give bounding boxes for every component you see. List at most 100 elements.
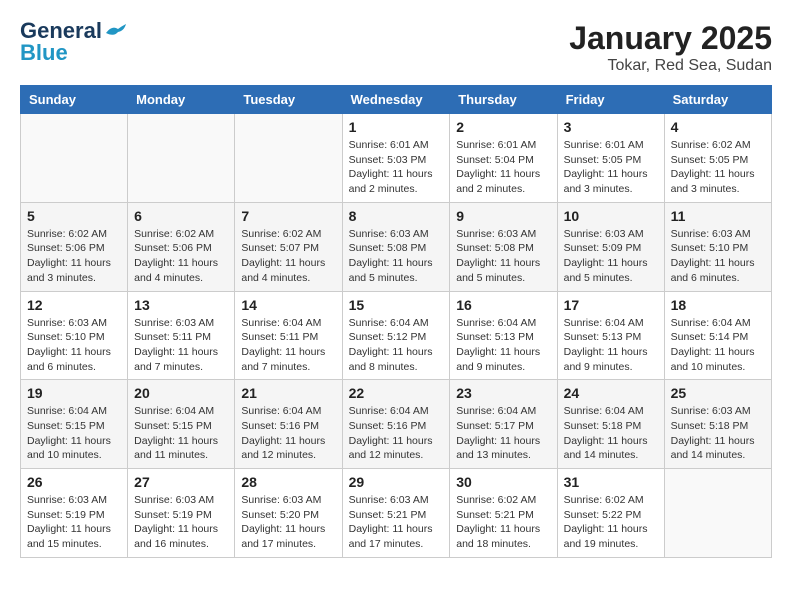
calendar-cell: 2 Sunrise: 6:01 AMSunset: 5:04 PMDaylight… bbox=[450, 114, 557, 203]
day-header-saturday: Saturday bbox=[664, 86, 771, 114]
day-number: 1 bbox=[349, 119, 444, 135]
calendar-week-row: 19 Sunrise: 6:04 AMSunset: 5:15 PMDayligh… bbox=[21, 380, 772, 469]
page-header: General Blue January 2025 Tokar, Red Sea… bbox=[20, 20, 772, 75]
day-number: 19 bbox=[27, 385, 121, 401]
day-info: Sunrise: 6:04 AMSunset: 5:12 PMDaylight:… bbox=[349, 316, 444, 375]
day-info: Sunrise: 6:02 AMSunset: 5:22 PMDaylight:… bbox=[564, 493, 658, 552]
calendar-cell: 12 Sunrise: 6:03 AMSunset: 5:10 PMDayligh… bbox=[21, 291, 128, 380]
day-number: 30 bbox=[456, 474, 550, 490]
logo-blue: Blue bbox=[20, 42, 68, 64]
day-header-thursday: Thursday bbox=[450, 86, 557, 114]
day-info: Sunrise: 6:03 AMSunset: 5:10 PMDaylight:… bbox=[671, 227, 765, 286]
calendar-cell: 17Sunrise: 6:04 AMSunset: 5:13 PMDayligh… bbox=[557, 291, 664, 380]
day-info: Sunrise: 6:02 AMSunset: 5:21 PMDaylight:… bbox=[456, 493, 550, 552]
day-number: 22 bbox=[349, 385, 444, 401]
day-info: Sunrise: 6:04 AMSunset: 5:18 PMDaylight:… bbox=[564, 404, 658, 463]
calendar-cell bbox=[664, 469, 771, 558]
day-header-monday: Monday bbox=[128, 86, 235, 114]
day-info: Sunrise: 6:03 AMSunset: 5:08 PMDaylight:… bbox=[349, 227, 444, 286]
day-header-sunday: Sunday bbox=[21, 86, 128, 114]
day-number: 13 bbox=[134, 297, 228, 313]
day-info: Sunrise: 6:03 AMSunset: 5:10 PMDaylight:… bbox=[27, 316, 121, 375]
calendar-cell: 31 Sunrise: 6:02 AMSunset: 5:22 PMDayligh… bbox=[557, 469, 664, 558]
day-info: Sunrise: 6:02 AMSunset: 5:06 PMDaylight:… bbox=[134, 227, 228, 286]
calendar-cell: 13 Sunrise: 6:03 AMSunset: 5:11 PMDayligh… bbox=[128, 291, 235, 380]
day-info: Sunrise: 6:02 AMSunset: 5:07 PMDaylight:… bbox=[241, 227, 335, 286]
day-info: Sunrise: 6:01 AMSunset: 5:04 PMDaylight:… bbox=[456, 138, 550, 197]
calendar-subtitle: Tokar, Red Sea, Sudan bbox=[569, 57, 772, 75]
day-info: Sunrise: 6:04 AMSunset: 5:16 PMDaylight:… bbox=[241, 404, 335, 463]
day-info: Sunrise: 6:03 AMSunset: 5:11 PMDaylight:… bbox=[134, 316, 228, 375]
day-number: 10 bbox=[564, 208, 658, 224]
day-number: 5 bbox=[27, 208, 121, 224]
calendar-cell: 25Sunrise: 6:03 AMSunset: 5:18 PMDayligh… bbox=[664, 380, 771, 469]
day-number: 28 bbox=[241, 474, 335, 490]
day-number: 9 bbox=[456, 208, 550, 224]
day-info: Sunrise: 6:04 AMSunset: 5:15 PMDaylight:… bbox=[27, 404, 121, 463]
calendar-cell: 1Sunrise: 6:01 AMSunset: 5:03 PMDaylight… bbox=[342, 114, 450, 203]
day-number: 15 bbox=[349, 297, 444, 313]
day-info: Sunrise: 6:04 AMSunset: 5:15 PMDaylight:… bbox=[134, 404, 228, 463]
calendar-cell: 24 Sunrise: 6:04 AMSunset: 5:18 PMDayligh… bbox=[557, 380, 664, 469]
day-number: 12 bbox=[27, 297, 121, 313]
calendar-cell: 4 Sunrise: 6:02 AMSunset: 5:05 PMDaylight… bbox=[664, 114, 771, 203]
calendar-cell: 26 Sunrise: 6:03 AMSunset: 5:19 PMDayligh… bbox=[21, 469, 128, 558]
day-header-tuesday: Tuesday bbox=[235, 86, 342, 114]
calendar-title: January 2025 bbox=[569, 20, 772, 57]
calendar-cell: 20 Sunrise: 6:04 AMSunset: 5:15 PMDayligh… bbox=[128, 380, 235, 469]
day-number: 11 bbox=[671, 208, 765, 224]
calendar-cell bbox=[21, 114, 128, 203]
calendar-cell: 5 Sunrise: 6:02 AMSunset: 5:06 PMDaylight… bbox=[21, 202, 128, 291]
day-header-wednesday: Wednesday bbox=[342, 86, 450, 114]
day-number: 23 bbox=[456, 385, 550, 401]
calendar-cell: 7Sunrise: 6:02 AMSunset: 5:07 PMDaylight… bbox=[235, 202, 342, 291]
day-number: 27 bbox=[134, 474, 228, 490]
day-info: Sunrise: 6:03 AMSunset: 5:20 PMDaylight:… bbox=[241, 493, 335, 552]
day-number: 24 bbox=[564, 385, 658, 401]
calendar-cell: 8 Sunrise: 6:03 AMSunset: 5:08 PMDaylight… bbox=[342, 202, 450, 291]
day-number: 3 bbox=[564, 119, 658, 135]
calendar-cell: 6 Sunrise: 6:02 AMSunset: 5:06 PMDaylight… bbox=[128, 202, 235, 291]
calendar-cell: 16 Sunrise: 6:04 AMSunset: 5:13 PMDayligh… bbox=[450, 291, 557, 380]
day-info: Sunrise: 6:04 AMSunset: 5:17 PMDaylight:… bbox=[456, 404, 550, 463]
day-info: Sunrise: 6:04 AMSunset: 5:11 PMDaylight:… bbox=[241, 316, 335, 375]
logo-general: General bbox=[20, 20, 102, 42]
day-number: 31 bbox=[564, 474, 658, 490]
day-info: Sunrise: 6:04 AMSunset: 5:13 PMDaylight:… bbox=[456, 316, 550, 375]
calendar-week-row: 1Sunrise: 6:01 AMSunset: 5:03 PMDaylight… bbox=[21, 114, 772, 203]
day-number: 2 bbox=[456, 119, 550, 135]
day-number: 18 bbox=[671, 297, 765, 313]
calendar-cell: 22 Sunrise: 6:04 AMSunset: 5:16 PMDayligh… bbox=[342, 380, 450, 469]
calendar-cell: 28 Sunrise: 6:03 AMSunset: 5:20 PMDayligh… bbox=[235, 469, 342, 558]
calendar-cell: 3Sunrise: 6:01 AMSunset: 5:05 PMDaylight… bbox=[557, 114, 664, 203]
day-number: 26 bbox=[27, 474, 121, 490]
calendar-week-row: 12 Sunrise: 6:03 AMSunset: 5:10 PMDayligh… bbox=[21, 291, 772, 380]
day-info: Sunrise: 6:03 AMSunset: 5:08 PMDaylight:… bbox=[456, 227, 550, 286]
day-info: Sunrise: 6:03 AMSunset: 5:21 PMDaylight:… bbox=[349, 493, 444, 552]
day-info: Sunrise: 6:02 AMSunset: 5:05 PMDaylight:… bbox=[671, 138, 765, 197]
day-info: Sunrise: 6:03 AMSunset: 5:19 PMDaylight:… bbox=[27, 493, 121, 552]
day-number: 8 bbox=[349, 208, 444, 224]
day-header-friday: Friday bbox=[557, 86, 664, 114]
calendar-cell: 21 Sunrise: 6:04 AMSunset: 5:16 PMDayligh… bbox=[235, 380, 342, 469]
calendar-cell: 29 Sunrise: 6:03 AMSunset: 5:21 PMDayligh… bbox=[342, 469, 450, 558]
calendar-week-row: 5 Sunrise: 6:02 AMSunset: 5:06 PMDaylight… bbox=[21, 202, 772, 291]
day-info: Sunrise: 6:02 AMSunset: 5:06 PMDaylight:… bbox=[27, 227, 121, 286]
calendar-cell: 11 Sunrise: 6:03 AMSunset: 5:10 PMDayligh… bbox=[664, 202, 771, 291]
calendar-cell: 10Sunrise: 6:03 AMSunset: 5:09 PMDayligh… bbox=[557, 202, 664, 291]
day-number: 29 bbox=[349, 474, 444, 490]
calendar-header-row: SundayMondayTuesdayWednesdayThursdayFrid… bbox=[21, 86, 772, 114]
day-number: 20 bbox=[134, 385, 228, 401]
calendar-cell: 14Sunrise: 6:04 AMSunset: 5:11 PMDayligh… bbox=[235, 291, 342, 380]
day-number: 16 bbox=[456, 297, 550, 313]
day-info: Sunrise: 6:04 AMSunset: 5:16 PMDaylight:… bbox=[349, 404, 444, 463]
calendar-cell: 30 Sunrise: 6:02 AMSunset: 5:21 PMDayligh… bbox=[450, 469, 557, 558]
day-number: 6 bbox=[134, 208, 228, 224]
day-number: 4 bbox=[671, 119, 765, 135]
day-info: Sunrise: 6:03 AMSunset: 5:19 PMDaylight:… bbox=[134, 493, 228, 552]
day-number: 21 bbox=[241, 385, 335, 401]
logo: General Blue bbox=[20, 20, 126, 64]
day-number: 25 bbox=[671, 385, 765, 401]
day-info: Sunrise: 6:04 AMSunset: 5:13 PMDaylight:… bbox=[564, 316, 658, 375]
calendar-cell: 15 Sunrise: 6:04 AMSunset: 5:12 PMDayligh… bbox=[342, 291, 450, 380]
